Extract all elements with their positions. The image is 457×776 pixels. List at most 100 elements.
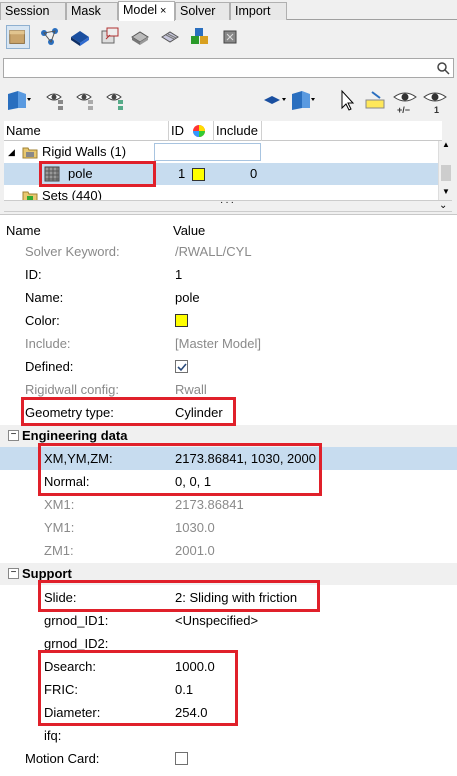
entity-editor: Name Value Solver Keyword: /RWALL/CYL ID… <box>0 214 457 776</box>
row-grnod-id2[interactable]: grnod_ID2: <box>0 632 457 655</box>
browser-toolbar: +/− 1 <box>0 86 457 116</box>
component-view-icon[interactable] <box>6 25 30 49</box>
tab-solver[interactable]: Solver <box>175 2 230 20</box>
row-normal[interactable]: Normal: 0, 0, 1 <box>0 470 457 493</box>
row-slide[interactable]: Slide: 2: Sliding with friction <box>0 586 457 609</box>
tab-label: Model <box>123 3 158 17</box>
field-value[interactable]: 254.0 <box>175 701 208 724</box>
highlight-icon[interactable] <box>362 88 388 112</box>
section-label: Engineering data <box>22 428 128 443</box>
search-input[interactable] <box>3 58 454 78</box>
row-dsearch[interactable]: Dsearch: 1000.0 <box>0 655 457 678</box>
field-name: ID: <box>25 267 42 282</box>
field-name: Slide: <box>44 590 77 605</box>
tree-item-label: Sets (440) <box>42 188 102 200</box>
row-fric[interactable]: FRIC: 0.1 <box>0 678 457 701</box>
props-col-name: Name <box>6 223 41 238</box>
part-icon[interactable] <box>68 25 92 49</box>
load-collector-icon[interactable] <box>188 25 212 49</box>
check-icon <box>177 363 187 372</box>
row-name[interactable]: Name: pole <box>0 286 457 309</box>
field-name: Rigidwall config: <box>25 382 119 397</box>
expand-collapse-icon[interactable] <box>6 88 32 112</box>
row-grnod-id1[interactable]: grnod_ID1: <Unspecified> <box>0 609 457 632</box>
scroll-down-icon[interactable]: ▼ <box>442 187 450 196</box>
entity-toolbar <box>0 20 457 54</box>
scroll-thumb[interactable] <box>441 165 451 181</box>
display-mode-icon[interactable] <box>262 88 288 112</box>
collapse-icon[interactable]: − <box>8 568 19 579</box>
tree-col-id[interactable]: ID <box>169 121 214 141</box>
view-options-icon[interactable] <box>290 88 316 112</box>
field-name: Name: <box>25 290 64 305</box>
tree-item-pole[interactable]: pole 1 0 <box>4 163 438 185</box>
row-diameter[interactable]: Diameter: 254.0 <box>0 701 457 724</box>
tab-mask[interactable]: Mask <box>66 2 118 20</box>
tree-col-name[interactable]: Name <box>4 121 169 141</box>
collapse-icon[interactable]: − <box>8 430 19 441</box>
row-xm1: XM1: 2173.86841 <box>0 493 457 516</box>
property-icon[interactable] <box>158 25 182 49</box>
field-name: FRIC: <box>44 682 78 697</box>
row-solver-keyword: Solver Keyword: /RWALL/CYL <box>0 240 457 263</box>
field-value[interactable]: 1 <box>175 263 182 286</box>
field-name: Dsearch: <box>44 659 97 674</box>
show-icon[interactable] <box>44 88 70 112</box>
tab-model[interactable]: Model × <box>118 1 175 21</box>
field-value[interactable]: 2173.86841, 1030, 2000 <box>175 447 316 470</box>
tab-session[interactable]: Session <box>0 2 66 20</box>
grip-icon: ··· <box>220 197 236 208</box>
row-motion-card[interactable]: Motion Card: <box>0 747 457 770</box>
tree-scrollbar[interactable]: ▲ ▼ <box>438 140 452 200</box>
field-name: grnod_ID1: <box>44 613 109 628</box>
assembly-icon[interactable] <box>98 25 122 49</box>
hide-icon[interactable] <box>74 88 100 112</box>
panel-splitter[interactable]: ··· ⌄ <box>4 197 452 212</box>
material-icon[interactable] <box>128 25 152 49</box>
folder-icon <box>22 147 38 159</box>
gear-icon[interactable] <box>218 25 242 49</box>
field-name: Color: <box>25 313 60 328</box>
row-color[interactable]: Color: <box>0 309 457 332</box>
network-icon[interactable] <box>38 25 62 49</box>
scroll-up-icon[interactable]: ▲ <box>442 140 450 149</box>
field-value[interactable]: 1000.0 <box>175 655 215 678</box>
color-swatch[interactable] <box>192 168 205 181</box>
field-name: Solver Keyword: <box>25 244 120 259</box>
field-value[interactable]: Cylinder <box>175 401 223 424</box>
tree-item-rigid-walls[interactable]: ◢ Rigid Walls (1) <box>4 141 438 163</box>
color-swatch[interactable] <box>175 314 188 327</box>
search-icon[interactable] <box>436 61 450 75</box>
field-name: XM,YM,ZM: <box>44 451 113 466</box>
row-xm-ym-zm[interactable]: XM,YM,ZM: 2173.86841, 1030, 2000 <box>0 447 457 470</box>
field-value[interactable]: 2: Sliding with friction <box>175 586 297 609</box>
row-ym1: YM1: 1030.0 <box>0 516 457 539</box>
section-support[interactable]: − Support <box>0 563 457 585</box>
field-value[interactable]: pole <box>175 286 200 309</box>
field-name: ZM1: <box>44 543 74 558</box>
tree-col-include[interactable]: Include <box>214 121 262 141</box>
tab-label: Session <box>5 4 50 18</box>
field-value[interactable]: 0, 0, 1 <box>175 470 211 493</box>
section-engineering-data[interactable]: − Engineering data <box>0 425 457 447</box>
row-zm1: ZM1: 2001.0 <box>0 539 457 562</box>
row-ifq[interactable]: ifq: <box>0 724 457 747</box>
field-value[interactable]: 0.1 <box>175 678 193 701</box>
props-header: Name Value <box>0 223 457 241</box>
row-defined[interactable]: Defined: <box>0 355 457 378</box>
motion-card-checkbox[interactable] <box>175 752 188 765</box>
select-cursor-icon[interactable] <box>335 88 361 112</box>
collapse-icon[interactable]: ◢ <box>8 141 15 163</box>
field-name: Motion Card: <box>25 751 100 766</box>
defined-checkbox[interactable] <box>175 360 188 373</box>
close-icon[interactable]: × <box>160 5 166 17</box>
field-name: Normal: <box>44 474 90 489</box>
row-geometry-type[interactable]: Geometry type: Cylinder <box>0 401 457 424</box>
plus-minus-label: +/− <box>397 105 411 115</box>
field-name: Defined: <box>25 359 74 374</box>
tab-import[interactable]: Import <box>230 2 287 20</box>
isolate-icon[interactable] <box>104 88 130 112</box>
chevron-down-icon[interactable]: ⌄ <box>439 200 447 211</box>
field-value[interactable]: <Unspecified> <box>175 609 258 632</box>
row-id[interactable]: ID: 1 <box>0 263 457 286</box>
